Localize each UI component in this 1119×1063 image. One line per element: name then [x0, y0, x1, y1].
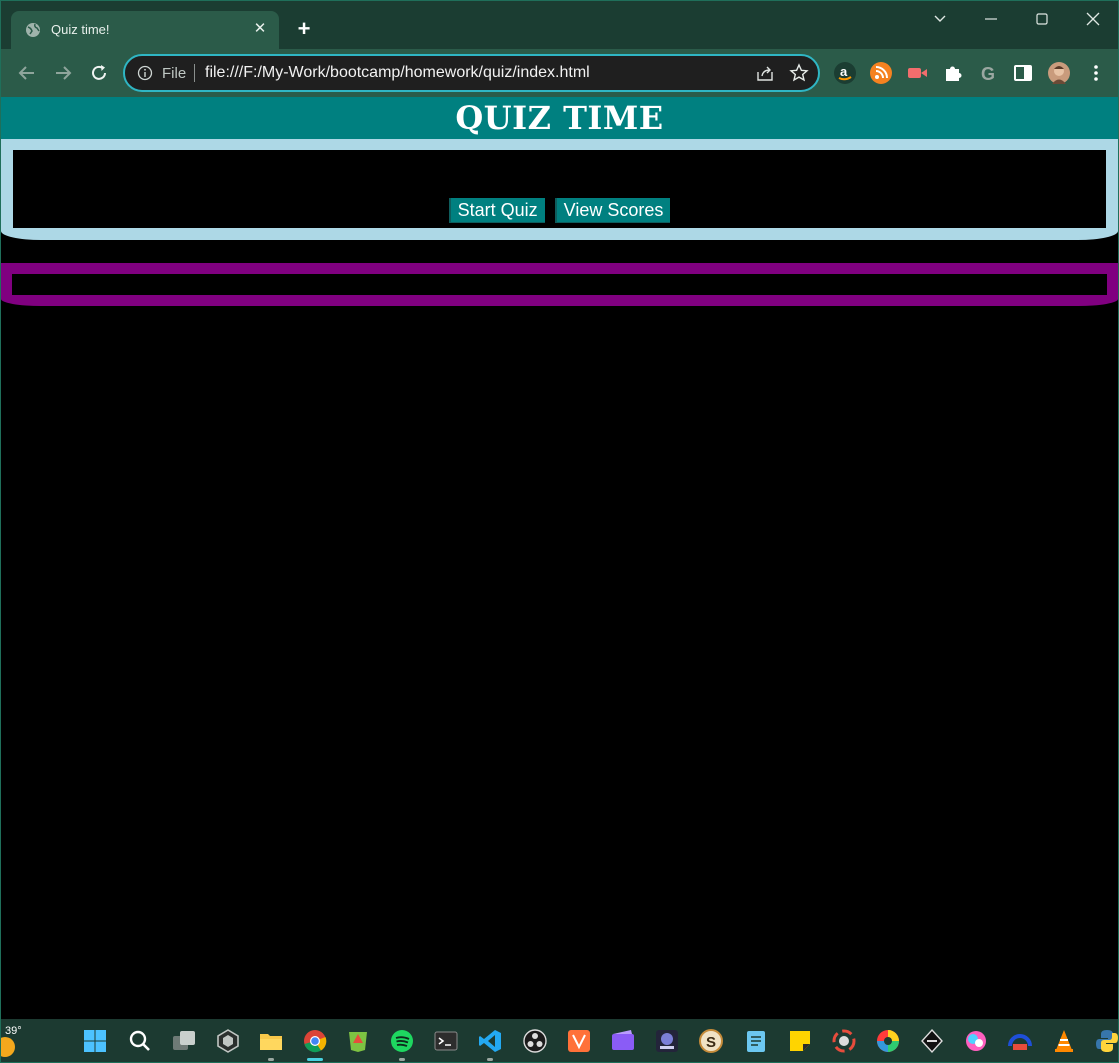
- search-icon[interactable]: [127, 1028, 153, 1054]
- close-window-icon[interactable]: [1083, 9, 1103, 29]
- tab-close-icon[interactable]: ✕: [251, 20, 269, 38]
- sourcetree-s-icon[interactable]: S: [698, 1028, 724, 1054]
- file-explorer-icon[interactable]: [258, 1028, 284, 1054]
- tab-quiz[interactable]: Quiz time! ✕: [11, 11, 279, 49]
- vlc-icon[interactable]: [1051, 1028, 1077, 1054]
- clipchamp-icon[interactable]: [610, 1028, 636, 1054]
- svg-text:G: G: [981, 64, 995, 84]
- rss-icon[interactable]: [870, 62, 892, 84]
- amazon-icon[interactable]: a: [834, 62, 856, 84]
- obs-icon[interactable]: [522, 1028, 548, 1054]
- file-explorer-running-indicator: [268, 1058, 274, 1061]
- pixel-icon[interactable]: [963, 1028, 989, 1054]
- start-quiz-button[interactable]: Start Quiz: [448, 198, 545, 223]
- taskbar: 39° S: [1, 1019, 1119, 1062]
- terminal-icon[interactable]: [433, 1028, 459, 1054]
- tab-strip: Quiz time! ✕ +: [1, 1, 1118, 49]
- info-icon[interactable]: [137, 65, 153, 81]
- vscode-icon[interactable]: [477, 1028, 503, 1054]
- quiz-container: Start Quiz View Scores: [1, 139, 1118, 240]
- chrome-active-indicator: [307, 1058, 323, 1061]
- forward-arrow-icon[interactable]: [51, 61, 75, 85]
- chrome-icon[interactable]: [302, 1028, 328, 1054]
- vscode-running-indicator: [487, 1058, 493, 1061]
- page-title: QUIZ TIME: [455, 99, 664, 137]
- sidebar-icon[interactable]: [1012, 62, 1034, 84]
- browser-toolbar: File file:///F:/My-Work/bootcamp/homewor…: [1, 49, 1118, 97]
- button-row: Start Quiz View Scores: [13, 198, 1106, 223]
- tab-search-icon[interactable]: [930, 9, 950, 29]
- sourcetree-icon[interactable]: [345, 1028, 371, 1054]
- start-icon[interactable]: [82, 1028, 108, 1054]
- back-arrow-icon[interactable]: [15, 61, 39, 85]
- bookmark-star-icon[interactable]: [789, 63, 809, 83]
- share-icon[interactable]: [755, 64, 775, 84]
- scheme-label: File: [162, 65, 187, 82]
- url-text[interactable]: file:///F:/My-Work/bootcamp/homework/qui…: [205, 64, 590, 82]
- weather-icon[interactable]: [1, 1037, 15, 1057]
- new-tab-button[interactable]: +: [293, 18, 315, 40]
- globe-icon: [26, 23, 40, 37]
- screencast-icon[interactable]: [906, 62, 928, 84]
- maximize-icon[interactable]: [1032, 9, 1052, 29]
- address-separator: [194, 64, 195, 82]
- drive-icon[interactable]: [1007, 1028, 1033, 1054]
- notepad-icon[interactable]: [743, 1028, 769, 1054]
- sticky-notes-icon[interactable]: [787, 1028, 813, 1054]
- tab-title: Quiz time!: [51, 22, 110, 37]
- svg-text:a: a: [840, 64, 848, 79]
- python-icon[interactable]: [1094, 1028, 1119, 1054]
- puzzle-icon[interactable]: [942, 62, 964, 84]
- grammarly-icon[interactable]: G: [978, 62, 1000, 84]
- color-wheel-icon[interactable]: [875, 1028, 901, 1054]
- page-viewport: QUIZ TIME Start Quiz View Scores: [1, 97, 1118, 1019]
- view-scores-button[interactable]: View Scores: [554, 198, 671, 223]
- results-container: [1, 263, 1118, 306]
- menu-icon[interactable]: [1085, 62, 1107, 84]
- address-bar[interactable]: File file:///F:/My-Work/bootcamp/homewor…: [123, 54, 820, 92]
- minimize-icon[interactable]: [981, 9, 1001, 29]
- spotify-icon[interactable]: [389, 1028, 415, 1054]
- page-header: QUIZ TIME: [1, 97, 1118, 139]
- inkscape-icon[interactable]: [919, 1028, 945, 1054]
- task-view-icon[interactable]: [171, 1028, 197, 1054]
- browser-window: Quiz time! ✕ + File file:///F:/My-Work/b…: [0, 0, 1119, 1063]
- spotify-running-indicator: [399, 1058, 405, 1061]
- unity-icon[interactable]: [215, 1028, 241, 1054]
- vectorizer-icon[interactable]: [566, 1028, 592, 1054]
- davinci-icon[interactable]: [831, 1028, 857, 1054]
- gaming-icon[interactable]: [654, 1028, 680, 1054]
- weather-temperature[interactable]: 39°: [5, 1025, 22, 1037]
- profile-avatar[interactable]: [1048, 62, 1070, 84]
- reload-icon[interactable]: [87, 61, 111, 85]
- svg-text:S: S: [706, 1034, 716, 1051]
